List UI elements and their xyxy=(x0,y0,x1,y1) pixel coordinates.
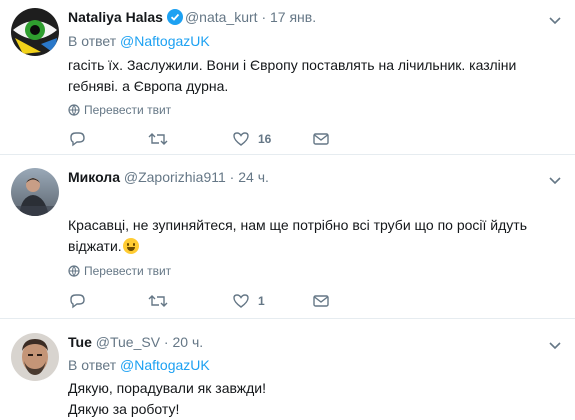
reply-button[interactable] xyxy=(68,129,86,149)
separator-dot: · xyxy=(229,169,235,185)
author-name[interactable]: Nataliya Halas xyxy=(68,9,163,25)
reply-prefix: В ответ xyxy=(68,357,117,373)
timestamp[interactable]: 24 ч. xyxy=(238,169,269,185)
timestamp[interactable]: 17 янв. xyxy=(270,9,316,25)
separator-dot: · xyxy=(163,334,169,350)
author-handle[interactable]: @nata_kurt xyxy=(185,9,258,25)
like-icon xyxy=(233,294,249,308)
tweet-text-wrapper: Красавці, не зупиняйтеся, нам ще потрібн… xyxy=(68,215,558,257)
translate-label: Перевести твит xyxy=(84,103,172,117)
tweet-text: гасіть їх. Заслужили. Вони і Європу пост… xyxy=(68,57,517,94)
globe-icon xyxy=(68,104,80,116)
like-button[interactable]: 16 xyxy=(232,129,271,149)
smile-emoji xyxy=(122,238,139,254)
tweet-header: Tue @Tue_SV · 20 ч. xyxy=(68,334,203,350)
verified-icon xyxy=(166,9,183,28)
tweet-text-wrapper: Дякую, порадували як завжди! Дякую за ро… xyxy=(68,378,558,420)
like-count: 1 xyxy=(258,294,265,308)
reply-icon xyxy=(70,132,85,147)
translate-link[interactable]: Перевести твит xyxy=(68,264,171,278)
retweet-button[interactable] xyxy=(148,291,168,311)
reply-to-link[interactable]: @NaftogazUK xyxy=(120,357,210,373)
retweet-button[interactable] xyxy=(148,129,168,149)
avatar[interactable] xyxy=(11,168,59,216)
author-name[interactable]: Tue xyxy=(68,334,92,350)
message-icon xyxy=(313,295,329,307)
reply-prefix: В ответ xyxy=(68,33,117,49)
tweet-text-line: Дякую за роботу! xyxy=(68,401,180,417)
tweet-text-line: Дякую, порадували як завжди! xyxy=(68,380,267,396)
like-count: 16 xyxy=(258,132,272,146)
tweet-1[interactable]: Nataliya Halas @nata_kurt · 17 янв. В отв… xyxy=(0,0,575,153)
caret-down-icon[interactable] xyxy=(548,13,562,25)
message-button[interactable] xyxy=(312,291,330,311)
message-button[interactable] xyxy=(312,129,330,149)
translate-label: Перевести твит xyxy=(84,264,172,278)
caret-down-icon[interactable] xyxy=(548,338,562,350)
tweet-header: Микола @Zaporizhia911 · 24 ч. xyxy=(68,169,269,185)
like-button[interactable]: 1 xyxy=(232,291,265,311)
avatar[interactable] xyxy=(11,333,59,381)
reply-button[interactable] xyxy=(68,291,86,311)
retweet-icon xyxy=(148,133,168,145)
tweet-header: Nataliya Halas @nata_kurt · 17 янв. xyxy=(68,9,316,28)
author-handle[interactable]: @Zaporizhia911 xyxy=(124,169,226,185)
caret-down-icon[interactable] xyxy=(548,173,562,185)
reply-context: В ответ @NaftogazUK xyxy=(68,357,210,373)
tweet-actions: 1 xyxy=(68,291,330,311)
translate-link[interactable]: Перевести твит xyxy=(68,103,171,117)
author-name[interactable]: Микола xyxy=(68,169,120,185)
avatar[interactable] xyxy=(11,8,59,56)
separator-dot: · xyxy=(261,9,267,25)
globe-icon xyxy=(68,265,80,277)
tweet-3[interactable]: Tue @Tue_SV · 20 ч. В ответ @NaftogazUK … xyxy=(0,319,575,417)
timestamp[interactable]: 20 ч. xyxy=(172,334,203,350)
tweet-2[interactable]: Микола @Zaporizhia911 · 24 ч. Красавці, … xyxy=(0,155,575,315)
reply-context: В ответ @NaftogazUK xyxy=(68,33,210,49)
reply-to-link[interactable]: @NaftogazUK xyxy=(120,33,210,49)
like-icon xyxy=(233,132,249,146)
tweet-actions: 16 xyxy=(68,129,330,149)
author-handle[interactable]: @Tue_SV xyxy=(96,334,160,350)
message-icon xyxy=(313,133,329,145)
retweet-icon xyxy=(148,295,168,307)
reply-icon xyxy=(70,294,85,309)
